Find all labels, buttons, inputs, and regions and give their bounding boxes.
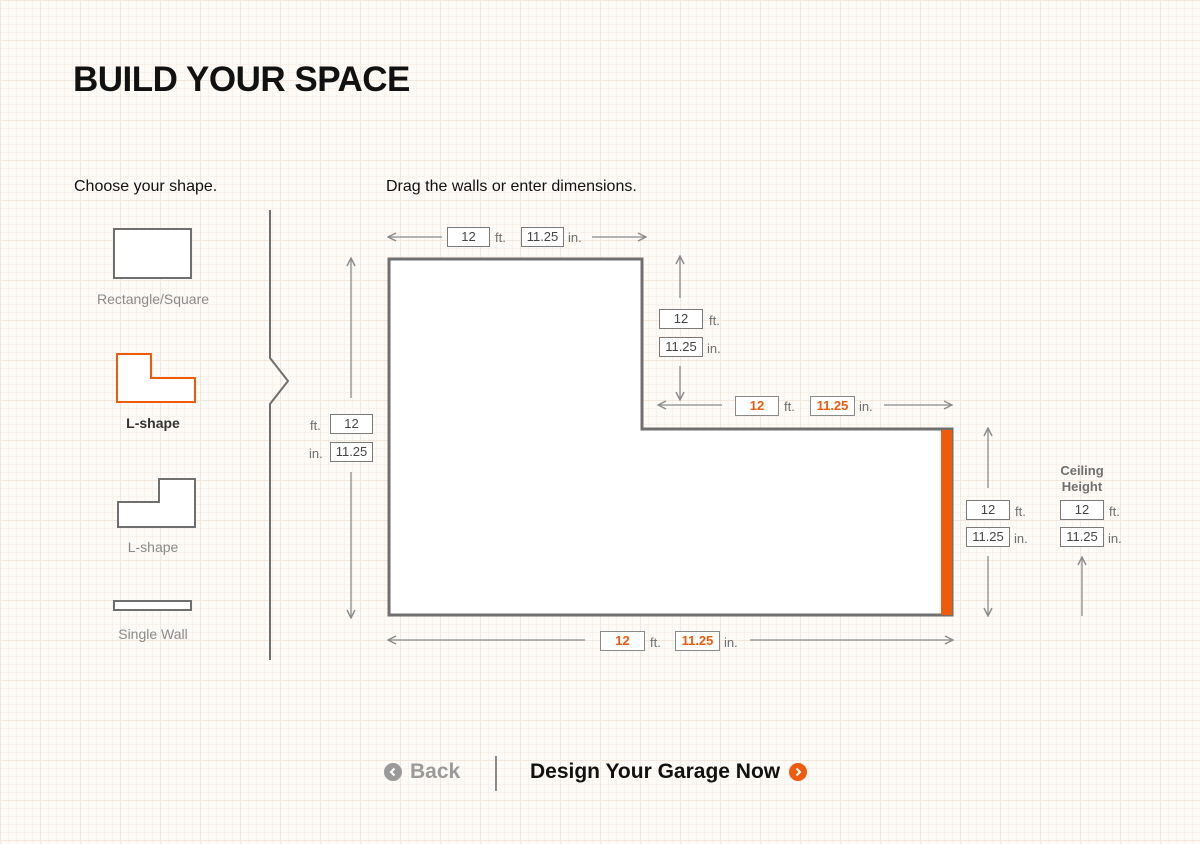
top-wall-feet-input[interactable]: 12: [447, 227, 490, 247]
inner-vertical-wall-inches-unit: in.: [707, 341, 721, 356]
selected-wall: [941, 430, 952, 615]
bottom-wall-feet-input[interactable]: 12: [600, 631, 645, 651]
ceiling-height-label: Ceiling Height: [1052, 463, 1112, 495]
inner-horizontal-wall-feet-unit: ft.: [784, 399, 795, 414]
chevron-left-icon: [384, 763, 402, 781]
top-wall-inches-input[interactable]: 11.25: [521, 227, 564, 247]
back-button-label: Back: [410, 760, 461, 783]
inner-vertical-wall-feet-unit: ft.: [709, 313, 720, 328]
ceiling-height-inches-unit: in.: [1108, 531, 1122, 546]
inner-horizontal-wall-inches-input[interactable]: 11.25: [810, 396, 855, 416]
left-wall-feet-input[interactable]: 12: [330, 414, 373, 434]
ceiling-height-inches-input[interactable]: 11.25: [1060, 527, 1104, 547]
left-wall-inches-input[interactable]: 11.25: [330, 442, 373, 462]
ceiling-height-label-line2: Height: [1061, 479, 1103, 494]
ceiling-height-label-line1: Ceiling: [1060, 463, 1104, 478]
chevron-right-icon: [789, 763, 808, 781]
footer-divider: [495, 756, 497, 791]
floor-plan-canvas: [0, 0, 1200, 844]
top-wall-inches-unit: in.: [568, 230, 582, 245]
ceiling-height-feet-unit: ft.: [1109, 504, 1120, 519]
top-wall-feet-unit: ft.: [495, 230, 506, 245]
bottom-wall-feet-unit: ft.: [650, 635, 661, 650]
ceiling-height-feet-input[interactable]: 12: [1060, 500, 1104, 520]
design-garage-button[interactable]: Design Your Garage Now: [530, 760, 808, 784]
inner-horizontal-wall-feet-input[interactable]: 12: [735, 396, 779, 416]
bottom-wall-inches-unit: in.: [724, 635, 738, 650]
right-wall-feet-input[interactable]: 12: [966, 500, 1010, 520]
inner-vertical-wall-inches-input[interactable]: 11.25: [659, 337, 703, 357]
design-garage-button-label: Design Your Garage Now: [530, 760, 781, 783]
inner-horizontal-wall-inches-unit: in.: [859, 399, 873, 414]
bottom-wall-inches-input[interactable]: 11.25: [675, 631, 720, 651]
inner-vertical-wall-feet-input[interactable]: 12: [659, 309, 703, 329]
left-wall-feet-unit: ft.: [310, 418, 321, 433]
right-wall-feet-unit: ft.: [1015, 504, 1026, 519]
back-button[interactable]: Back: [384, 760, 460, 784]
left-wall-inches-unit: in.: [309, 446, 323, 461]
right-wall-inches-unit: in.: [1014, 531, 1028, 546]
right-wall-inches-input[interactable]: 11.25: [966, 527, 1010, 547]
